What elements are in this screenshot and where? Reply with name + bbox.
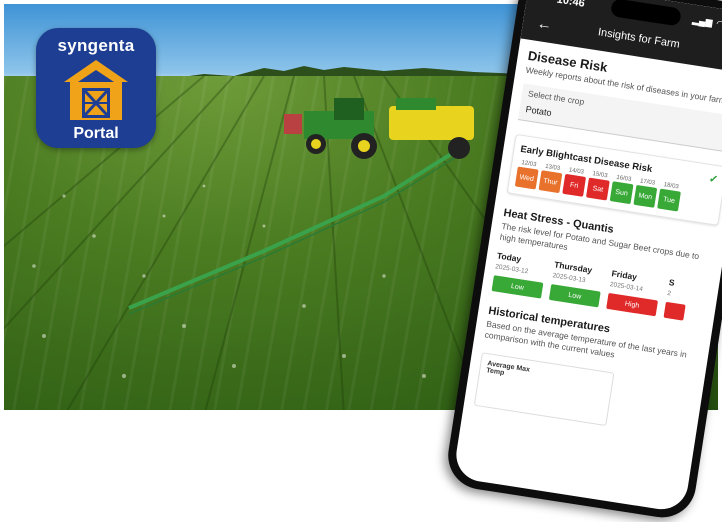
heat-level-badge: Low xyxy=(548,284,601,308)
heat-day: Today 2025-03-12 Low xyxy=(491,250,548,299)
status-time: 10:46 xyxy=(555,0,586,10)
signal-icon: ▂▄▆ xyxy=(691,14,714,28)
heat-day: Friday 2025-03-14 High xyxy=(606,268,662,317)
heat-level-badge: Low xyxy=(491,275,544,299)
day-risk-cell: Sun xyxy=(609,181,634,205)
heat-level-badge xyxy=(663,301,686,321)
day-risk-cell: Thur xyxy=(538,170,563,194)
blightcast-day: 16/03 Sun xyxy=(609,174,635,205)
heat-level-badge: High xyxy=(606,292,659,317)
heat-day-date: 2 xyxy=(666,289,672,298)
blightcast-day: 18/03 Tue xyxy=(657,182,682,212)
blightcast-day: 17/03 Mon xyxy=(633,178,658,208)
day-risk-cell: Tue xyxy=(657,188,681,212)
day-risk-cell: Wed xyxy=(514,166,539,190)
heat-day-name: S xyxy=(668,277,676,288)
day-risk-cell: Mon xyxy=(633,184,658,208)
barn-icon xyxy=(64,60,128,120)
syngenta-portal-app-badge: syngenta Portal xyxy=(36,28,156,148)
app-name: Portal xyxy=(73,125,119,142)
screen-content: Disease Risk Weekly reports about the ri… xyxy=(464,38,722,439)
blightcast-day: 13/03 Thur xyxy=(538,163,564,194)
camera-notch xyxy=(610,0,682,27)
heat-day: S 2 xyxy=(663,277,689,321)
sprayer-boom xyxy=(128,144,466,310)
day-risk-cell: Sat xyxy=(585,177,610,201)
check-icon: ✓ xyxy=(708,172,720,187)
status-icons: ▂▄▆ ◠ 68 xyxy=(692,15,722,33)
tractor xyxy=(284,98,474,159)
heat-day: Thursday 2025-03-13 Low xyxy=(548,259,605,308)
blightcast-day: 15/03 Sat xyxy=(585,171,611,201)
blightcast-day: 14/03 Fri xyxy=(562,167,587,197)
day-risk-cell: Fri xyxy=(562,173,587,197)
historical-table: Average Max Temp xyxy=(473,352,615,427)
wifi-icon: ◠ xyxy=(715,18,722,30)
blightcast-day: 12/03 Wed xyxy=(514,160,540,190)
brand-name: syngenta xyxy=(57,36,135,55)
